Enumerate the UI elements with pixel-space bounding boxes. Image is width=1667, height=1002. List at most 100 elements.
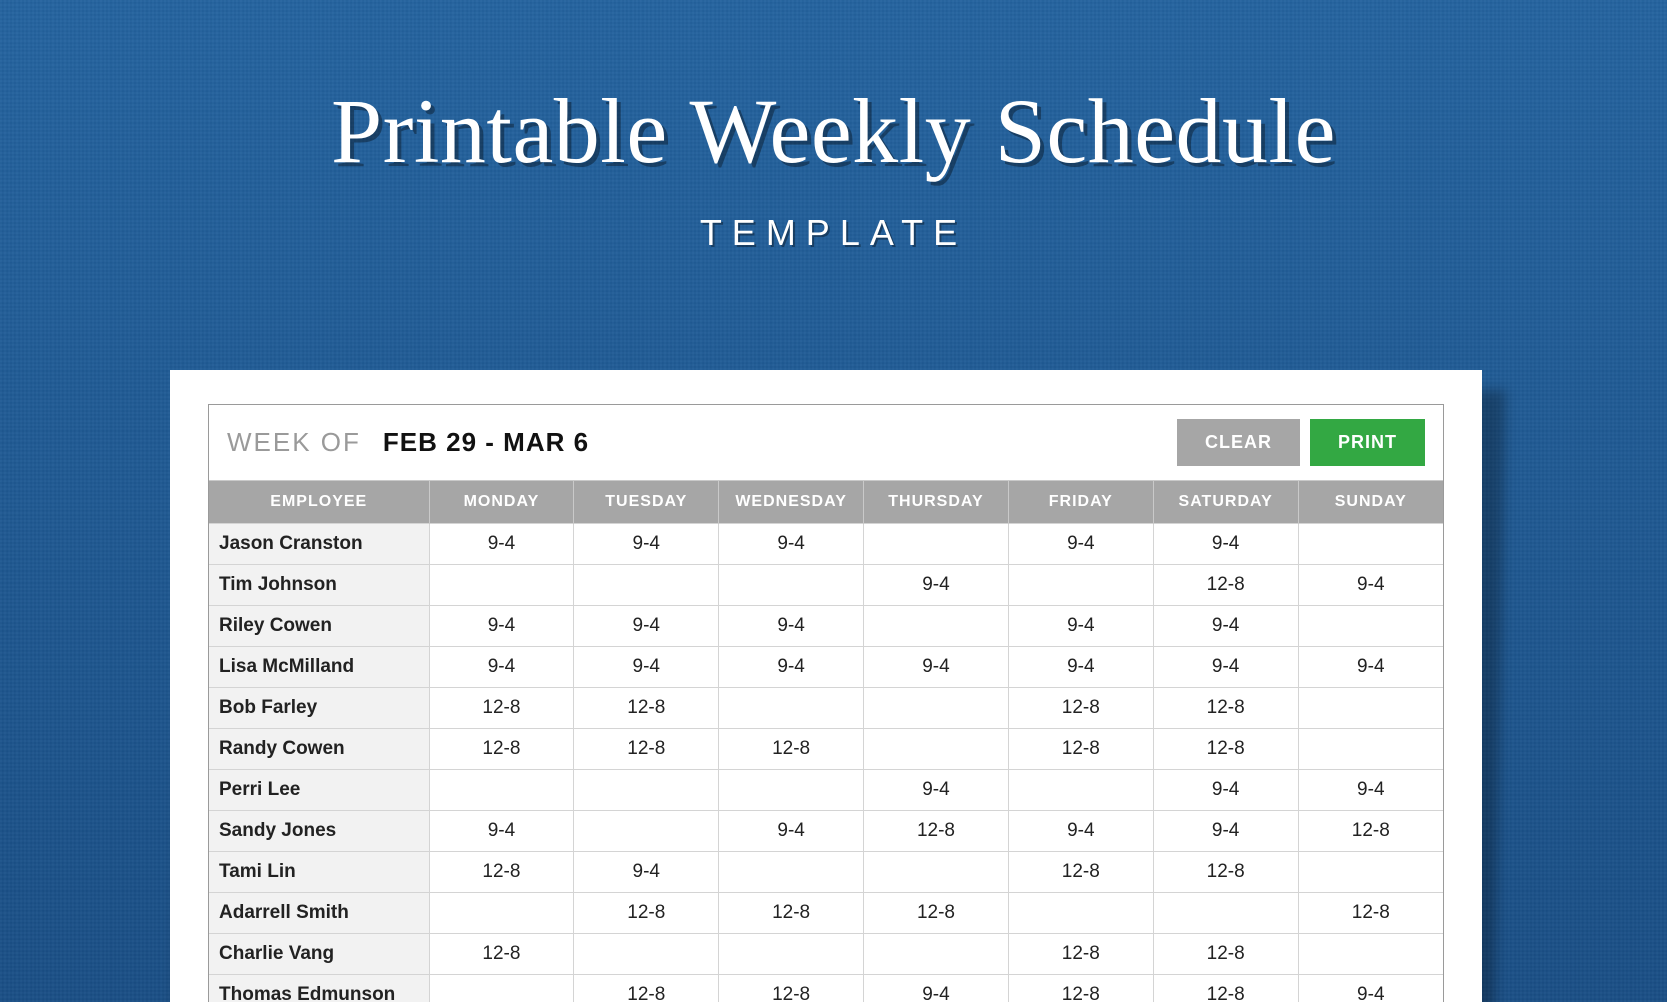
shift-cell [1298,688,1443,729]
shift-cell: 9-4 [429,606,574,647]
employee-name: Riley Cowen [209,606,429,647]
employee-name: Thomas Edmunson [209,975,429,1002]
shift-cell: 12-8 [864,893,1009,934]
shift-cell [864,852,1009,893]
shift-cell [574,565,719,606]
shift-cell: 9-4 [1153,606,1298,647]
shift-cell: 12-8 [1153,852,1298,893]
shift-cell: 9-4 [429,524,574,565]
schedule-sheet: WEEK OF FEB 29 - MAR 6 CLEAR PRINT EMPLO… [208,404,1444,1002]
shift-cell [1153,893,1298,934]
clear-button[interactable]: CLEAR [1177,419,1300,466]
shift-cell [1298,729,1443,770]
table-row: Riley Cowen9-49-49-49-49-4 [209,606,1443,647]
table-row: Bob Farley12-812-812-812-8 [209,688,1443,729]
shift-cell: 9-4 [719,524,864,565]
shift-cell [864,524,1009,565]
shift-cell: 12-8 [1298,811,1443,852]
shift-cell: 12-8 [1153,934,1298,975]
shift-cell: 9-4 [574,524,719,565]
page-subtitle: TEMPLATE [0,212,1667,254]
employee-name: Tami Lin [209,852,429,893]
col-monday: MONDAY [429,481,574,524]
schedule-table: EMPLOYEE MONDAY TUESDAY WEDNESDAY THURSD… [209,481,1443,1002]
shift-cell [429,770,574,811]
shift-cell [574,770,719,811]
shift-cell: 9-4 [1008,524,1153,565]
shift-cell: 12-8 [574,975,719,1002]
table-header-row: EMPLOYEE MONDAY TUESDAY WEDNESDAY THURSD… [209,481,1443,524]
employee-name: Lisa McMilland [209,647,429,688]
shift-cell: 12-8 [1008,688,1153,729]
col-thursday: THURSDAY [864,481,1009,524]
shift-cell: 9-4 [1153,770,1298,811]
shift-cell [864,729,1009,770]
col-employee: EMPLOYEE [209,481,429,524]
col-tuesday: TUESDAY [574,481,719,524]
shift-cell: 12-8 [429,729,574,770]
table-row: Charlie Vang12-812-812-8 [209,934,1443,975]
toolbar: WEEK OF FEB 29 - MAR 6 CLEAR PRINT [209,405,1443,481]
shift-cell: 12-8 [1008,729,1153,770]
page-header: Printable Weekly Schedule TEMPLATE [0,0,1667,254]
shift-cell: 12-8 [1008,934,1153,975]
table-row: Lisa McMilland9-49-49-49-49-49-49-4 [209,647,1443,688]
shift-cell: 9-4 [719,811,864,852]
shift-cell: 12-8 [574,893,719,934]
employee-name: Sandy Jones [209,811,429,852]
date-range: FEB 29 - MAR 6 [383,427,589,458]
shift-cell: 12-8 [719,729,864,770]
col-sunday: SUNDAY [1298,481,1443,524]
shift-cell: 9-4 [1298,647,1443,688]
employee-name: Jason Cranston [209,524,429,565]
shift-cell: 12-8 [574,729,719,770]
shift-cell: 12-8 [1153,729,1298,770]
shift-cell: 12-8 [1153,565,1298,606]
shift-cell: 9-4 [429,647,574,688]
shift-cell [1298,606,1443,647]
shift-cell [1008,770,1153,811]
week-of-label: WEEK OF [227,427,361,458]
table-row: Thomas Edmunson12-812-89-412-812-89-4 [209,975,1443,1002]
col-saturday: SATURDAY [1153,481,1298,524]
employee-name: Adarrell Smith [209,893,429,934]
shift-cell: 12-8 [1153,688,1298,729]
shift-cell [574,811,719,852]
document-paper: WEEK OF FEB 29 - MAR 6 CLEAR PRINT EMPLO… [170,370,1482,1002]
table-row: Tami Lin12-89-412-812-8 [209,852,1443,893]
shift-cell: 12-8 [719,893,864,934]
shift-cell [1298,934,1443,975]
shift-cell: 12-8 [429,852,574,893]
employee-name: Tim Johnson [209,565,429,606]
shift-cell: 9-4 [719,606,864,647]
shift-cell: 12-8 [1153,975,1298,1002]
shift-cell [1008,893,1153,934]
shift-cell: 12-8 [864,811,1009,852]
page-title: Printable Weekly Schedule [0,78,1667,184]
shift-cell [864,934,1009,975]
table-row: Randy Cowen12-812-812-812-812-8 [209,729,1443,770]
employee-name: Charlie Vang [209,934,429,975]
employee-name: Bob Farley [209,688,429,729]
shift-cell: 9-4 [1298,975,1443,1002]
employee-name: Perri Lee [209,770,429,811]
employee-name: Randy Cowen [209,729,429,770]
shift-cell: 9-4 [1008,606,1153,647]
shift-cell: 9-4 [864,565,1009,606]
shift-cell [429,893,574,934]
shift-cell: 9-4 [1008,647,1153,688]
shift-cell [1008,565,1153,606]
shift-cell: 9-4 [574,852,719,893]
print-button[interactable]: PRINT [1310,419,1425,466]
shift-cell: 9-4 [1153,647,1298,688]
table-row: Adarrell Smith12-812-812-812-8 [209,893,1443,934]
shift-cell [1298,524,1443,565]
shift-cell [864,688,1009,729]
shift-cell [1298,852,1443,893]
shift-cell: 12-8 [1008,852,1153,893]
shift-cell [719,852,864,893]
shift-cell [429,975,574,1002]
shift-cell: 12-8 [1298,893,1443,934]
shift-cell: 9-4 [574,606,719,647]
col-friday: FRIDAY [1008,481,1153,524]
